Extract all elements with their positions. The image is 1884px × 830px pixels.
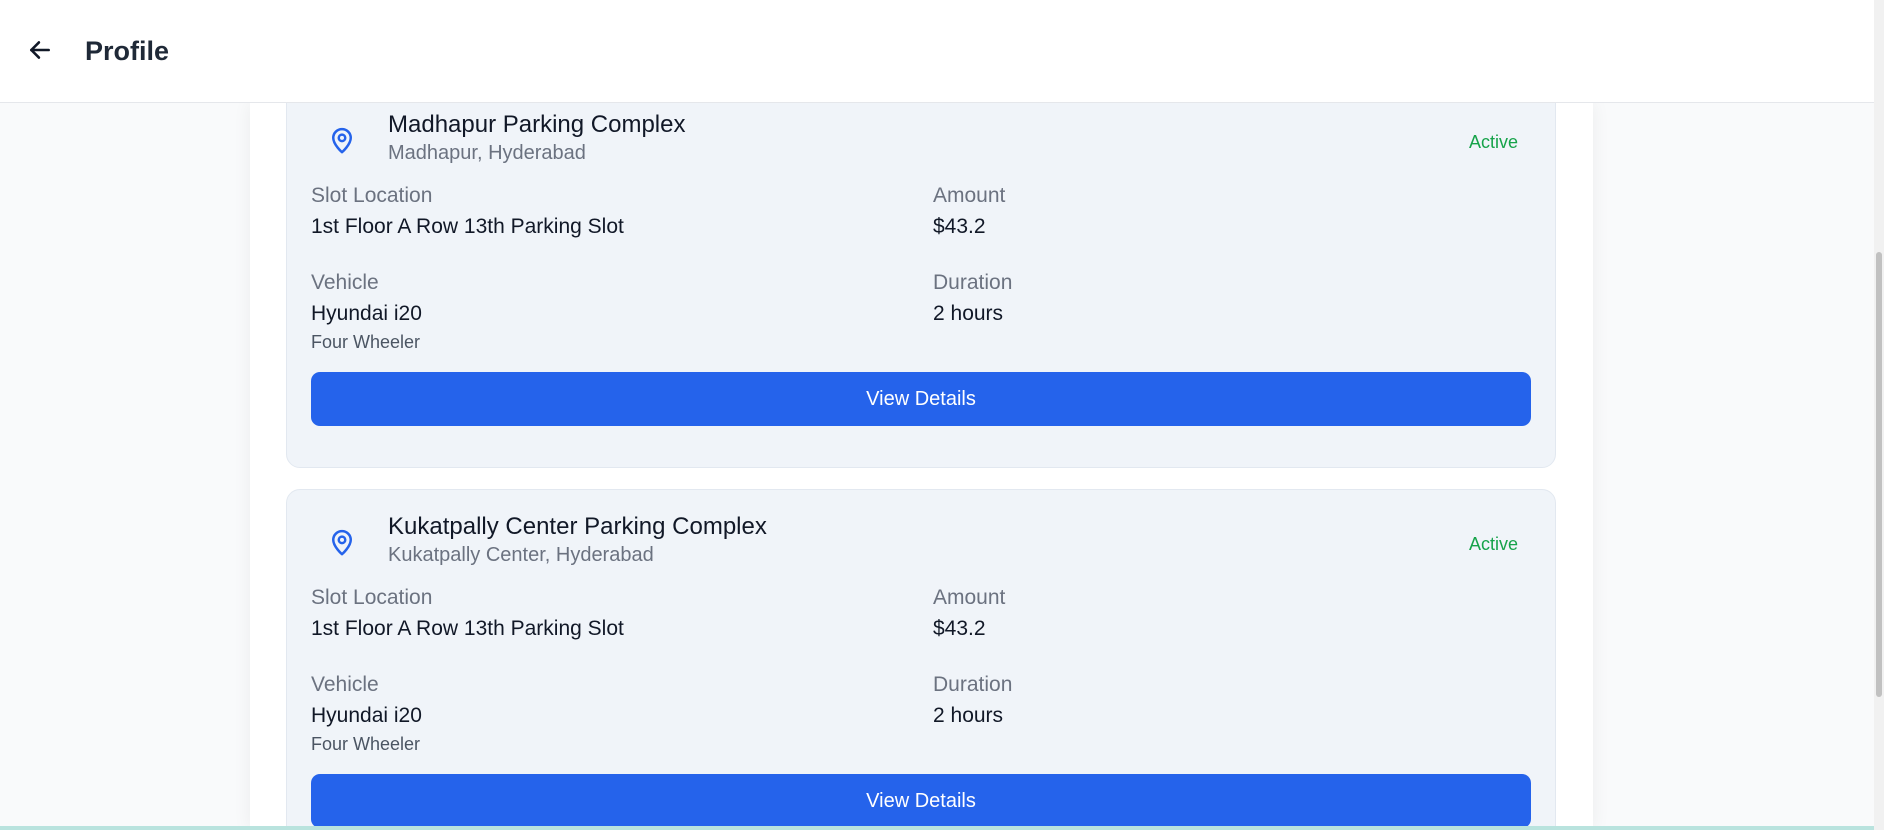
duration-label: Duration [933, 271, 1013, 294]
view-details-button[interactable]: View Details [311, 372, 1531, 426]
back-button[interactable] [24, 34, 56, 66]
arrow-left-icon [30, 41, 50, 59]
parking-name: Kukatpally Center Parking Complex [388, 513, 767, 540]
vehicle-label: Vehicle [311, 673, 379, 696]
amount-label: Amount [933, 184, 1006, 207]
view-details-button[interactable]: View Details [311, 774, 1531, 828]
bottom-divider [0, 826, 1874, 830]
slot-location-label: Slot Location [311, 586, 433, 609]
amount-label: Amount [933, 586, 1006, 609]
vehicle-value: Hyundai i20 [311, 302, 422, 325]
vehicle-value: Hyundai i20 [311, 704, 422, 727]
duration-label: Duration [933, 673, 1013, 696]
duration-value: 2 hours [933, 302, 1004, 325]
vehicle-type: Four Wheeler [311, 332, 421, 352]
scrollbar-thumb[interactable] [1876, 252, 1882, 697]
map-pin-icon [332, 529, 352, 556]
slot-location-value: 1st Floor A Row 13th Parking Slot [311, 215, 624, 238]
status-badge: Active [1468, 534, 1518, 554]
duration-value: 2 hours [933, 704, 1004, 727]
bookings-list: Madhapur Parking Complex Madhapur, Hyder… [250, 103, 1593, 830]
amount-value: $43.2 [933, 617, 986, 640]
page-title: Profile [85, 36, 170, 66]
app-header: Profile [0, 0, 1874, 103]
parking-name: Madhapur Parking Complex [388, 111, 686, 138]
vehicle-type: Four Wheeler [311, 734, 421, 754]
booking-card: Kukatpally Center Parking Complex Kukatp… [286, 489, 1556, 830]
parking-area: Madhapur, Hyderabad [388, 142, 586, 164]
amount-value: $43.2 [933, 215, 986, 238]
booking-card: Madhapur Parking Complex Madhapur, Hyder… [286, 103, 1556, 468]
slot-location-label: Slot Location [311, 184, 433, 207]
vehicle-label: Vehicle [311, 271, 379, 294]
map-pin-icon [332, 127, 352, 154]
slot-location-value: 1st Floor A Row 13th Parking Slot [311, 617, 624, 640]
parking-area: Kukatpally Center, Hyderabad [388, 544, 654, 566]
status-badge: Active [1468, 132, 1518, 152]
